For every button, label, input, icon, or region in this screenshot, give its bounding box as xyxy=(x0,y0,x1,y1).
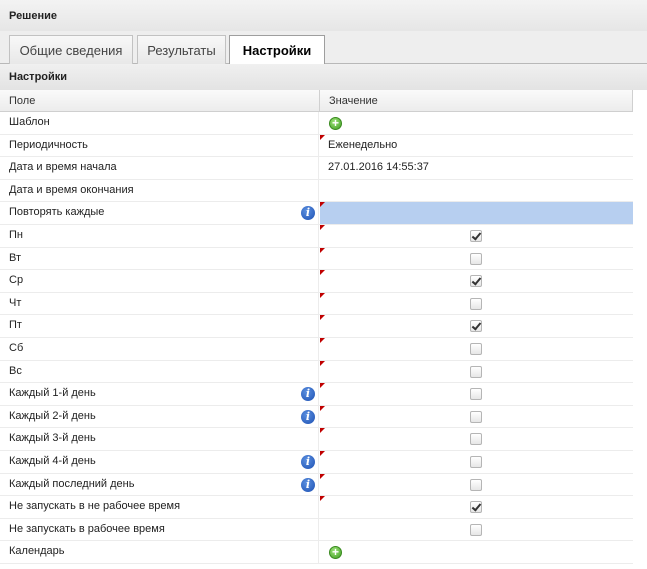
info-icon[interactable]: i xyxy=(301,454,315,469)
checkbox[interactable] xyxy=(470,297,482,310)
grid-row[interactable]: Каждый 1-й день i xyxy=(0,383,633,406)
grid-row[interactable]: Пн xyxy=(0,224,633,248)
checkbox[interactable] xyxy=(470,229,482,242)
checkbox[interactable] xyxy=(470,388,482,401)
grid-row[interactable]: Не запускать в рабочее время xyxy=(0,518,633,542)
grid-row[interactable]: Повторять каждые i xyxy=(0,202,633,225)
grid-row[interactable]: Вт xyxy=(0,247,633,271)
field-label: Пт xyxy=(0,315,319,337)
grid-row[interactable]: Каждый 4-й день i xyxy=(0,450,633,474)
value-cell[interactable] xyxy=(320,383,633,405)
value-cell[interactable]: Еженедельно xyxy=(320,134,633,157)
value-cell[interactable] xyxy=(320,224,633,247)
field-label: Шаблон xyxy=(0,112,319,134)
field-label: Не запускать в рабочее время xyxy=(0,518,319,541)
tab-bar: Общие сведения Результаты Настройки xyxy=(0,31,647,65)
tab-general[interactable]: Общие сведения xyxy=(9,35,133,64)
value-cell[interactable]: 27.01.2016 14:55:37 xyxy=(320,157,633,179)
value-cell[interactable] xyxy=(320,202,633,224)
field-label: Ср xyxy=(0,270,319,292)
grid-row[interactable]: Календарь + xyxy=(0,541,633,564)
grid-row[interactable]: Не запускать в не рабочее время xyxy=(0,496,633,519)
field-label: Не запускать в не рабочее время xyxy=(0,496,319,518)
value-cell[interactable] xyxy=(320,180,633,202)
value-cell[interactable] xyxy=(320,473,633,496)
tab-results[interactable]: Результаты xyxy=(137,35,226,64)
checkbox[interactable] xyxy=(470,455,482,468)
value-cell[interactable] xyxy=(320,360,633,383)
field-label: Вс xyxy=(0,360,319,383)
checkbox[interactable] xyxy=(470,433,482,446)
field-label: Каждый 2-й день xyxy=(0,405,319,428)
field-label: Чт xyxy=(0,292,319,315)
field-label: Каждый последний день xyxy=(0,473,319,496)
grid-row[interactable]: Шаблон + xyxy=(0,112,633,135)
value-cell[interactable] xyxy=(320,405,633,428)
grid-row[interactable]: Пт xyxy=(0,315,633,338)
field-label: Вт xyxy=(0,247,319,270)
checkbox[interactable] xyxy=(470,501,482,514)
grid-row[interactable]: Каждый последний день i xyxy=(0,473,633,497)
checkbox[interactable] xyxy=(470,410,482,423)
grid-row[interactable]: Дата и время начала 27.01.2016 14:55:37 xyxy=(0,157,633,180)
checkbox[interactable] xyxy=(470,252,482,265)
grid-row[interactable]: Дата и время окончания xyxy=(0,179,633,203)
grid-row[interactable]: Каждый 2-й день i xyxy=(0,405,633,429)
value-cell[interactable] xyxy=(320,315,633,337)
column-header-field[interactable]: Поле xyxy=(0,90,320,112)
field-label: Дата и время окончания xyxy=(0,179,319,202)
checkbox[interactable] xyxy=(470,342,482,355)
value-cell[interactable] xyxy=(320,337,633,360)
add-icon[interactable]: + xyxy=(329,546,342,560)
field-label: Каждый 1-й день xyxy=(0,383,319,405)
grid-row[interactable]: Ср xyxy=(0,270,633,293)
value-cell[interactable] xyxy=(320,496,633,518)
field-label: Каждый 3-й день xyxy=(0,428,319,450)
checkbox[interactable] xyxy=(470,365,482,378)
field-label: Сб xyxy=(0,337,319,360)
checkbox[interactable] xyxy=(470,478,482,491)
field-label: Дата и время начала xyxy=(0,157,319,179)
value-cell[interactable] xyxy=(320,450,633,473)
grid-row[interactable]: Сб xyxy=(0,337,633,361)
value-cell[interactable] xyxy=(320,247,633,270)
field-label: Каждый 4-й день xyxy=(0,450,319,473)
info-icon[interactable]: i xyxy=(301,409,315,424)
window-title: Решение xyxy=(0,0,647,31)
tab-settings[interactable]: Настройки xyxy=(229,35,325,65)
field-label: Календарь xyxy=(0,541,319,563)
column-header-value[interactable]: Значение xyxy=(320,90,633,112)
value-cell[interactable] xyxy=(320,270,633,292)
scrollbar-gutter xyxy=(633,90,647,569)
value-cell[interactable] xyxy=(320,292,633,315)
grid-row[interactable]: Периодичность Еженедельно xyxy=(0,134,633,158)
field-label: Повторять каждые xyxy=(0,202,319,224)
add-icon[interactable]: + xyxy=(329,117,342,130)
value-cell[interactable]: + xyxy=(320,112,633,134)
properties-grid: Шаблон + Периодичность Еженедельно Дата и вр… xyxy=(0,112,633,564)
value-cell[interactable] xyxy=(320,519,633,541)
section-title: Настройки xyxy=(0,64,647,90)
field-label: Периодичность xyxy=(0,134,319,157)
info-icon[interactable]: i xyxy=(301,477,315,492)
checkbox[interactable] xyxy=(470,275,482,288)
grid-row[interactable]: Каждый 3-й день xyxy=(0,428,633,451)
value-cell[interactable]: + xyxy=(320,541,633,563)
field-label: Пн xyxy=(0,224,319,247)
checkbox[interactable] xyxy=(470,320,482,333)
checkbox[interactable] xyxy=(470,523,482,536)
grid-row[interactable]: Чт xyxy=(0,292,633,316)
grid-row[interactable]: Вс xyxy=(0,360,633,384)
value-cell[interactable] xyxy=(320,428,633,450)
